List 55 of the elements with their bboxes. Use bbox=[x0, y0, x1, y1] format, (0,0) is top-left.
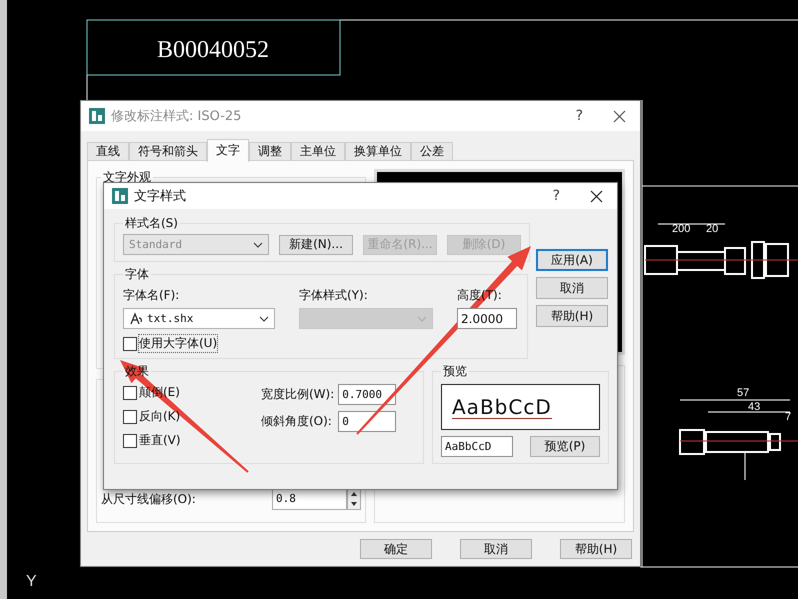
dialog-button[interactable]: 帮助(H) bbox=[560, 539, 632, 559]
tab[interactable]: 符号和箭头 bbox=[129, 142, 207, 160]
offset-label: 从尺寸线偏移(O): bbox=[101, 490, 196, 508]
field-label: 字体样式(Y): bbox=[299, 287, 369, 304]
oblique-angle-field[interactable]: 0 bbox=[338, 411, 396, 432]
tab[interactable]: 文字 bbox=[207, 139, 249, 162]
group-label: 预览 bbox=[442, 363, 468, 380]
tab[interactable]: 公差 bbox=[411, 142, 453, 160]
dimension-text: 57 bbox=[737, 387, 750, 399]
group-label: 字体 bbox=[124, 266, 150, 283]
font-name-dropdown[interactable]: txt.shx bbox=[123, 308, 275, 329]
group-label: 样式名(S) bbox=[124, 215, 179, 232]
preview-text-field[interactable]: AaBbCcD bbox=[441, 436, 513, 457]
spinner-arrows-icon[interactable] bbox=[347, 488, 361, 510]
dimension-text: 7 bbox=[785, 411, 792, 423]
dimension-text: 200 bbox=[672, 223, 690, 235]
help-button[interactable]: ? bbox=[552, 188, 560, 204]
app-icon bbox=[112, 188, 128, 204]
group-label: 文字外观 bbox=[102, 169, 152, 186]
offset-field[interactable]: 0.8 bbox=[272, 488, 347, 510]
dialog-button[interactable]: 取消 bbox=[536, 277, 608, 299]
width-factor-field[interactable]: 0.7000 bbox=[338, 384, 396, 405]
dialog-button[interactable]: 应用(A) bbox=[536, 249, 608, 271]
window-title: 文字样式 bbox=[134, 188, 187, 205]
close-icon[interactable] bbox=[590, 190, 603, 202]
help-button[interactable]: ? bbox=[576, 108, 583, 124]
field-label: 倾斜角度(O): bbox=[261, 413, 333, 430]
tab[interactable]: 主单位 bbox=[291, 142, 345, 160]
style-action-button[interactable]: 新建(N)... bbox=[279, 234, 353, 254]
effect-checkbox[interactable]: 垂直(V) bbox=[123, 432, 241, 449]
dialog-button[interactable]: 帮助(H) bbox=[536, 305, 608, 327]
checkbox-box[interactable] bbox=[123, 336, 137, 350]
chevron-down-icon bbox=[259, 316, 269, 322]
preview-button[interactable]: 预览(P) bbox=[530, 436, 600, 457]
close-icon[interactable] bbox=[613, 110, 626, 122]
dimension-text: 43 bbox=[748, 401, 760, 413]
preview-sample-text: AaBbCcD bbox=[452, 396, 552, 418]
chevron-down-icon bbox=[253, 242, 263, 248]
dimension-text: 20 bbox=[706, 223, 718, 235]
field-label: 字体名(F): bbox=[123, 287, 180, 304]
dialog-button[interactable]: 确定 bbox=[360, 539, 432, 559]
tab[interactable]: 换算单位 bbox=[345, 142, 411, 160]
tab[interactable]: 调整 bbox=[249, 142, 291, 160]
drawing-number: B00040052 bbox=[157, 37, 269, 63]
field-label: 宽度比例(W): bbox=[261, 386, 334, 403]
height-field[interactable]: 2.0000 bbox=[457, 308, 517, 329]
tab[interactable]: 直线 bbox=[87, 142, 129, 160]
app-icon bbox=[89, 108, 105, 124]
effect-checkbox[interactable]: 反向(K) bbox=[123, 408, 241, 425]
chevron-down-icon bbox=[417, 316, 427, 322]
axis-label: Y bbox=[26, 573, 37, 590]
window-title: 修改标注样式: ISO-25 bbox=[111, 108, 242, 125]
big-font-checkbox[interactable]: 使用大字体(U) bbox=[123, 335, 519, 352]
dialog-button[interactable]: 取消 bbox=[460, 539, 532, 559]
font-glyph-icon bbox=[129, 312, 143, 326]
